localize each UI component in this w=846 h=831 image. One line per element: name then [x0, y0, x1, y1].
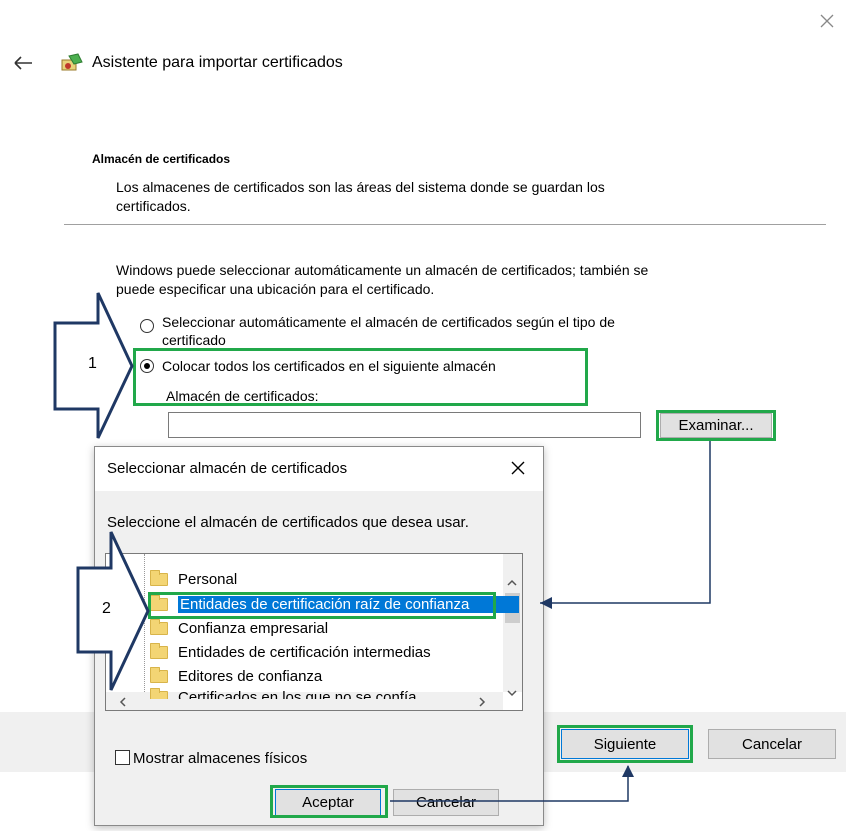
scroll-left-icon[interactable]: [117, 695, 129, 707]
browse-button[interactable]: Examinar...: [660, 413, 772, 438]
intro-line2: puede especificar una ubicación para el …: [116, 281, 435, 297]
tree-item-label: Editores de confianza: [178, 667, 323, 685]
tree-connector: [144, 554, 146, 694]
back-arrow-icon[interactable]: [12, 54, 34, 72]
tree-item-label: Entidades de certificación intermedias: [178, 643, 431, 661]
tree-item-root-ca[interactable]: Entidades de certificación raíz de confi…: [150, 593, 519, 615]
tree-item-untrusted[interactable]: Certificados en los que no se confía: [150, 686, 416, 699]
dialog-cancel-button[interactable]: Cancelar: [393, 789, 499, 816]
section-title: Almacén de certificados: [92, 152, 231, 166]
show-physical-checkbox[interactable]: [115, 750, 130, 765]
tree-item-label: Certificados en los que no se confía: [178, 688, 417, 700]
dialog-instruction: Seleccione el almacén de certificados qu…: [107, 514, 469, 531]
connector-browse-to-item: [540, 441, 711, 604]
window-close-icon[interactable]: [818, 12, 836, 30]
radio-manual-label: Colocar todos los certificados en el sig…: [162, 358, 496, 374]
ok-button[interactable]: Aceptar: [275, 789, 381, 816]
scroll-down-icon[interactable]: [505, 685, 519, 697]
radio-manual-select[interactable]: [140, 359, 154, 373]
step2-number: 2: [102, 600, 111, 617]
store-label: Almacén de certificados:: [166, 388, 319, 404]
radio-auto-label-line1: Seleccionar automáticamente el almacén d…: [162, 314, 615, 330]
tree-item-intermediate[interactable]: Entidades de certificación intermedias: [150, 641, 431, 663]
folder-icon: [150, 642, 168, 659]
folder-icon: [150, 618, 168, 635]
tree-item-label: Confianza empresarial: [178, 619, 329, 637]
certificate-icon: [60, 52, 84, 74]
folder-icon: [150, 687, 168, 699]
radio-auto-select[interactable]: [140, 319, 154, 333]
tree-item-personal[interactable]: Personal: [150, 568, 237, 590]
divider: [64, 224, 826, 225]
wizard-cancel-button[interactable]: Cancelar: [708, 729, 836, 759]
folder-icon: [150, 666, 168, 683]
section-description-line1: Los almacenes de certificados son las ár…: [116, 179, 605, 195]
folder-icon: [150, 594, 168, 611]
store-input[interactable]: [168, 412, 641, 438]
dialog-close-icon[interactable]: [509, 459, 527, 477]
tree-item-label-selected: Entidades de certificación raíz de confi…: [178, 595, 519, 613]
next-button[interactable]: Siguiente: [561, 729, 689, 759]
section-description-line2: certificados.: [116, 198, 191, 214]
scroll-up-icon[interactable]: [505, 575, 519, 586]
dialog-title: Seleccionar almacén de certificados: [107, 460, 348, 477]
wizard-title: Asistente para importar certificados: [92, 54, 343, 71]
tree-item-untrusted-clip: Certificados en los que no se confía: [150, 686, 480, 699]
show-physical-label: Mostrar almacenes físicos: [133, 750, 308, 767]
folder-icon: [150, 569, 168, 586]
tree-item-enterprise[interactable]: Confianza empresarial: [150, 617, 328, 639]
radio-auto-label-line2: certificado: [162, 332, 226, 348]
tree-item-label: Personal: [178, 570, 238, 588]
intro-line1: Windows puede seleccionar automáticament…: [116, 262, 649, 278]
step1-number: 1: [88, 355, 97, 372]
tree-item-publishers[interactable]: Editores de confianza: [150, 665, 322, 687]
